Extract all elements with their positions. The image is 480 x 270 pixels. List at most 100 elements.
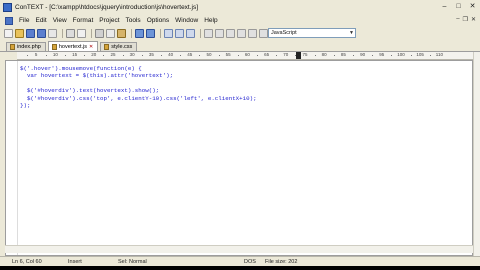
cursor-position: Ln 6, Col 60 <box>12 259 42 265</box>
uncomment-icon[interactable] <box>248 29 257 38</box>
insert-mode: Insert <box>68 259 82 265</box>
window-controls: – □ ✕ <box>439 2 478 11</box>
new-file-icon[interactable] <box>4 29 13 38</box>
menu-tools[interactable]: Tools <box>123 17 144 24</box>
ruler-dot <box>141 55 143 56</box>
menu-edit[interactable]: Edit <box>32 17 49 24</box>
menu-window[interactable]: Window <box>172 17 201 24</box>
ruler-tick-label: 100 <box>397 52 405 57</box>
ruler-dot <box>122 55 124 56</box>
tab-label: hovertext.js <box>58 43 87 50</box>
close-file-icon[interactable] <box>48 29 57 38</box>
code-line: var hovertext = $(this).attr('hovertext'… <box>20 72 174 80</box>
save-icon[interactable] <box>26 29 35 38</box>
comment-icon[interactable] <box>237 29 246 38</box>
file-icon <box>10 44 15 50</box>
close-button[interactable]: ✕ <box>467 2 478 11</box>
horizontal-scrollbar[interactable] <box>5 245 473 253</box>
open-folder-icon[interactable] <box>15 29 24 38</box>
indent-icon[interactable] <box>215 29 224 38</box>
menu-view[interactable]: View <box>50 17 70 24</box>
find-icon[interactable] <box>164 29 173 38</box>
column-ruler: 5 10 15 20 25 30 35 40 45 50 55 60 65 70 75 80 85 90 95 100… <box>17 52 473 60</box>
ruler-dot <box>257 55 258 56</box>
vertical-scrollbar[interactable] <box>473 52 480 256</box>
document-icon[interactable] <box>5 16 13 25</box>
window-title: ConTEXT - [C:\xampp\htdocs\jquery\introd… <box>15 3 199 11</box>
ruler-cursor-marker <box>296 52 301 59</box>
file-size: File size: 202 <box>265 259 298 265</box>
language-select[interactable]: JavaScript ▼ <box>268 28 356 38</box>
menu-project[interactable]: Project <box>96 17 122 24</box>
ruler-dot <box>429 55 431 56</box>
doc-close-button[interactable]: ✕ <box>471 16 476 23</box>
outdent-icon[interactable] <box>226 29 235 38</box>
ruler-dot <box>333 55 335 56</box>
ruler-dot <box>84 55 86 56</box>
toggle-icon[interactable] <box>259 29 268 38</box>
selection-mode: Sel: Normal <box>118 259 147 265</box>
close-icon[interactable]: ✕ <box>89 44 93 50</box>
find-next-icon[interactable] <box>175 29 184 38</box>
ruler-tick-label: 85 <box>340 52 346 57</box>
ruler-tick-label: 70 <box>283 52 289 57</box>
code-line: $('#hoverdiv').text(hovertext).show(); <box>20 87 160 95</box>
ruler-tick-label: 10 <box>52 52 58 57</box>
ruler-dot <box>26 55 28 56</box>
menu-format[interactable]: Format <box>70 17 97 24</box>
ruler-tick-label: 45 <box>187 52 193 57</box>
ruler-dot <box>45 55 47 56</box>
ruler-tick-label: 105 <box>416 52 424 57</box>
ruler-dot <box>314 55 316 56</box>
paste-icon[interactable] <box>117 29 126 38</box>
menu-help[interactable]: Help <box>201 17 220 24</box>
undo-icon[interactable] <box>135 29 144 38</box>
ruler-dot <box>276 55 278 56</box>
tab-hovertext-js[interactable]: hovertext.js ✕ <box>47 41 99 51</box>
ruler-tick-label: 15 <box>72 52 78 57</box>
cut-icon[interactable] <box>95 29 104 38</box>
tab-style-css[interactable]: style.css <box>100 42 138 51</box>
app-icon <box>3 2 12 12</box>
menu-options[interactable]: Options <box>144 17 172 24</box>
toolbar-separator <box>91 29 92 38</box>
ruler-tick-label: 20 <box>91 52 97 57</box>
letterbox-bar <box>0 266 480 270</box>
code-editor[interactable]: $('.hover').mousemove(function(e) { var … <box>5 60 473 256</box>
ruler-dot <box>353 55 354 56</box>
tab-index-php[interactable]: index.php <box>6 42 46 51</box>
tab-label: style.css <box>111 44 133 50</box>
ruler-tick-label: 60 <box>244 52 250 57</box>
replace-icon[interactable] <box>186 29 195 38</box>
ruler-tick-label: 50 <box>206 52 212 57</box>
minimize-button[interactable]: – <box>439 2 450 11</box>
save-all-icon[interactable] <box>37 29 46 38</box>
ruler-tick-label: 5 <box>34 52 38 57</box>
ruler-dot <box>218 55 220 56</box>
doc-minimize-button[interactable]: – <box>456 16 459 23</box>
tab-label: index.php <box>17 44 41 50</box>
ruler-dot <box>372 55 374 56</box>
ruler-tick-label: 95 <box>379 52 385 57</box>
ruler-tick-label: 90 <box>360 52 366 57</box>
ruler-dot <box>180 55 182 56</box>
ruler-tick-label: 35 <box>148 52 154 57</box>
ruler-dot <box>65 55 66 56</box>
toolbar <box>0 27 480 40</box>
print-preview-icon[interactable] <box>77 29 86 38</box>
ruler-tick-label: 30 <box>129 52 135 57</box>
doc-restore-button[interactable]: ❐ <box>463 16 468 23</box>
ruler-dot <box>410 55 412 56</box>
ruler-dot <box>199 55 201 56</box>
menu-file[interactable]: File <box>16 17 32 24</box>
maximize-button[interactable]: □ <box>453 2 464 11</box>
code-area[interactable]: $('.hover').mousemove(function(e) { var … <box>20 65 257 109</box>
toolbar-separator <box>62 29 63 38</box>
ruler-tick-label: 25 <box>110 52 116 57</box>
print-icon[interactable] <box>66 29 75 38</box>
ruler-dot <box>295 55 297 56</box>
copy-icon[interactable] <box>106 29 115 38</box>
redo-icon[interactable] <box>146 29 155 38</box>
code-line: $('.hover').mousemove(function(e) { <box>20 65 142 72</box>
word-wrap-icon[interactable] <box>204 29 213 38</box>
